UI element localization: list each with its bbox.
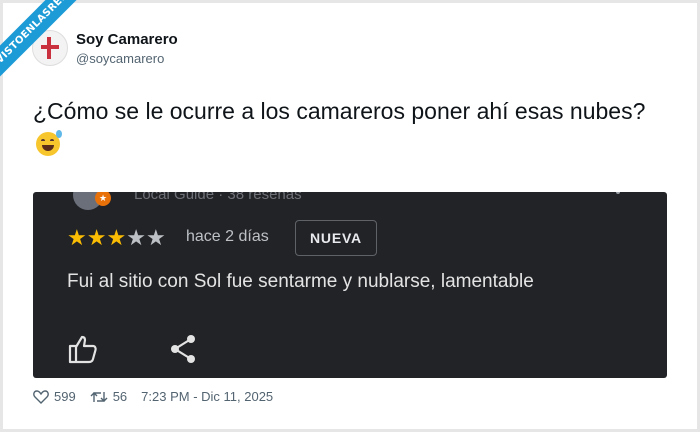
new-badge: NUEVA [295,220,377,256]
star-filled-icon: ★ [86,225,107,250]
review-screenshot: ★ Local Guide · 38 reseñas ★★★★★ hace 2 … [33,192,667,378]
star-filled-icon: ★ [67,225,87,250]
grinning-sweat-emoji [36,130,62,156]
like-count: 599 [54,389,76,404]
thumbs-up-icon [68,335,97,364]
tweet-text-content: ¿Cómo se le ocurre a los camareros poner… [33,98,646,124]
reviewer-meta: Local Guide · 38 reseñas [134,192,302,203]
retweet-icon[interactable] [90,390,108,404]
author-handle[interactable]: @soycamarero [76,51,164,66]
star-rating: ★★★★★ [67,225,166,251]
review-text: Fui al sitio con Sol fue sentarme y nubl… [67,271,534,292]
share-icon [171,335,195,363]
retweet-count: 56 [112,389,128,404]
star-filled-icon: ★ [106,225,127,250]
local-guide-star-icon: ★ [95,192,111,206]
author-name[interactable]: Soy Camarero [76,31,178,48]
tweet-footer: 599 56 7:23 PM - Dic 11, 2025 [33,389,273,404]
star-empty-icon: ★ [126,225,146,250]
star-empty-icon: ★ [145,225,166,250]
review-time: hace 2 días [186,228,269,245]
more-options-icon [616,192,620,194]
tweet-timestamp: 7:23 PM - Dic 11, 2025 [141,389,274,404]
tweet-text: ¿Cómo se le ocurre a los camareros poner… [33,94,653,162]
heart-icon[interactable] [33,389,49,404]
